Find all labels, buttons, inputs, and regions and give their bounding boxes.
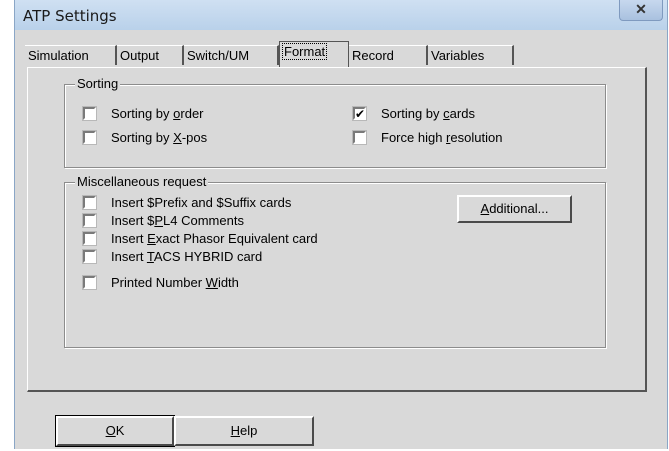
window-title: ATP Settings: [23, 7, 117, 25]
misc-group-title: Miscellaneous request: [75, 174, 209, 189]
ok-button[interactable]: OK: [55, 415, 175, 447]
atp-settings-window: ATP Settings ✕ Simulation Output Switch/…: [14, 0, 668, 449]
sorting-group: Sorting Sorting by order Sorting by card…: [64, 76, 606, 168]
tab-record[interactable]: Record: [349, 45, 428, 65]
tab-switch-um[interactable]: Switch/UM: [184, 45, 279, 65]
additional-button[interactable]: Additional...: [457, 195, 572, 223]
tab-variables[interactable]: Variables: [428, 45, 514, 65]
title-bar[interactable]: ATP Settings ✕: [15, 0, 667, 30]
tab-output[interactable]: Output: [117, 45, 184, 65]
checkbox-box[interactable]: [82, 275, 97, 290]
help-button[interactable]: Help: [174, 416, 314, 446]
format-tab-panel: Sorting Sorting by order Sorting by card…: [27, 67, 647, 392]
checkbox-box[interactable]: [82, 249, 97, 264]
checkbox-box[interactable]: [82, 195, 97, 210]
close-button[interactable]: ✕: [619, 0, 663, 21]
checkbox-box[interactable]: [82, 130, 97, 145]
checkbox-box[interactable]: [82, 106, 97, 121]
sorting-group-title: Sorting: [75, 76, 121, 91]
checkbox-box[interactable]: [352, 130, 367, 145]
tab-simulation[interactable]: Simulation: [25, 45, 117, 65]
dialog-client: Simulation Output Switch/UM Format Recor…: [18, 30, 664, 447]
checkbox-box[interactable]: [82, 231, 97, 246]
checkbox-box-checked[interactable]: [352, 106, 367, 122]
checkbox-box[interactable]: [82, 213, 97, 228]
misc-group: Miscellaneous request Insert $Prefix and…: [64, 174, 606, 348]
close-icon: ✕: [635, 1, 647, 17]
tab-format[interactable]: Format: [279, 41, 349, 67]
